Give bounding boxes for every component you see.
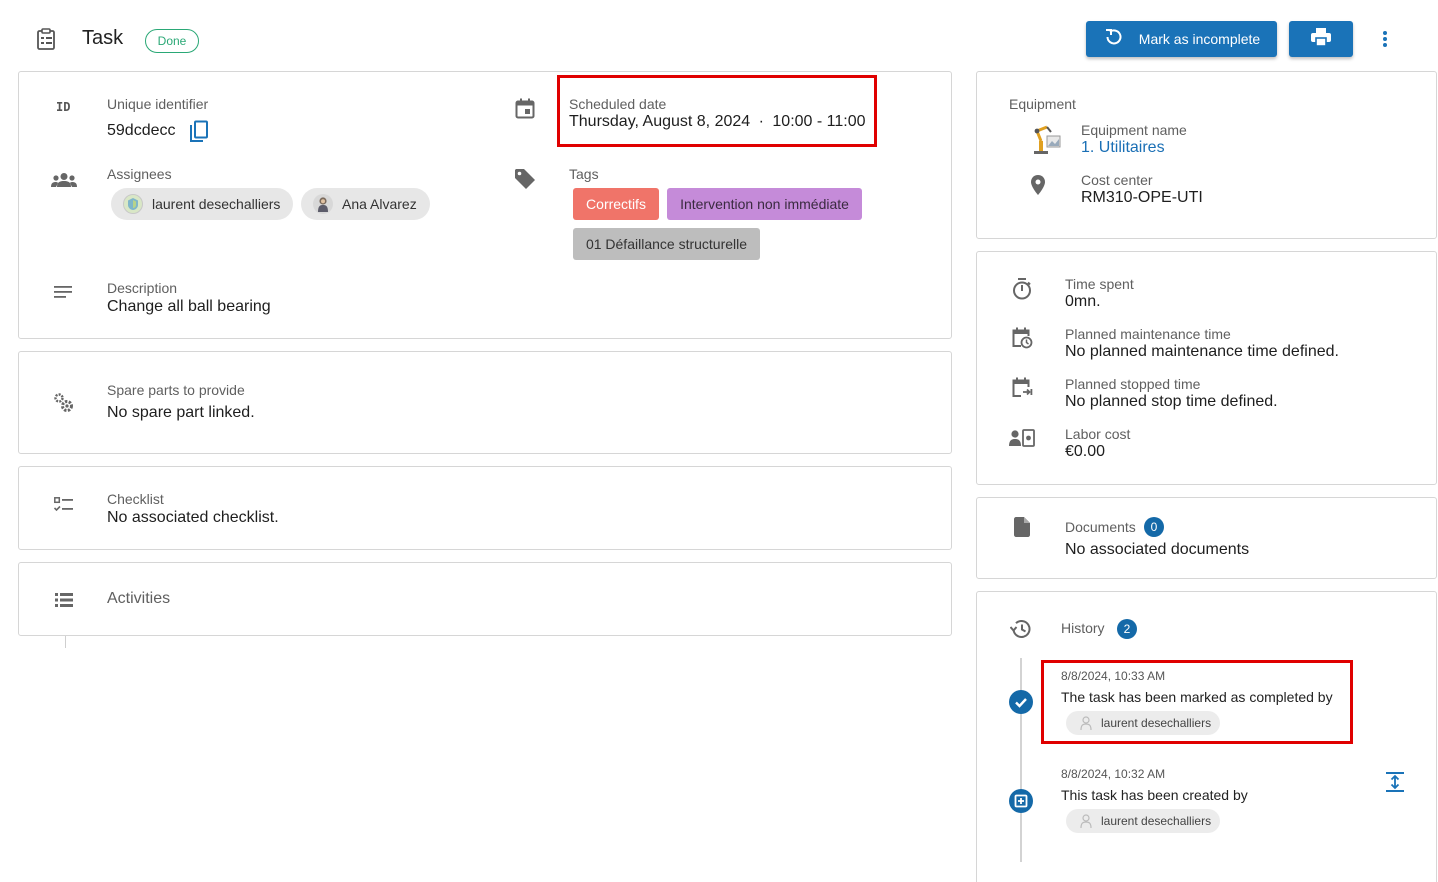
history-user-chip[interactable]: laurent desechalliers <box>1066 711 1221 735</box>
equipment-name-label: Equipment name <box>1081 122 1187 138</box>
history-text: This task has been created by <box>1061 787 1248 803</box>
description-label: Description <box>107 280 178 296</box>
history-icon <box>1010 619 1032 639</box>
planned-stop-label: Planned stopped time <box>1065 376 1201 392</box>
print-button[interactable] <box>1289 21 1353 57</box>
print-icon <box>1310 27 1332 52</box>
page-title: Task <box>82 27 124 49</box>
user-avatar-icon <box>1080 716 1092 730</box>
equipment-title: Equipment <box>1009 96 1076 112</box>
checklist-card: Checklist No associated checklist. <box>18 466 952 550</box>
notes-icon <box>54 286 72 298</box>
status-badge: Done <box>145 29 199 53</box>
activities-label: Activities <box>107 590 171 607</box>
checklist-value: No associated checklist. <box>107 509 279 526</box>
mark-incomplete-label: Mark as incomplete <box>1138 31 1261 47</box>
time-spent-value: 0mn. <box>1065 293 1101 310</box>
tag-icon <box>514 168 536 190</box>
scheduled-time: 10:00 - 11:00 <box>772 113 866 130</box>
more-vert-icon[interactable] <box>1381 30 1389 48</box>
history-user-chip[interactable]: laurent desechalliers <box>1066 809 1221 833</box>
history-label: History <box>1061 620 1105 636</box>
timer-icon <box>1011 278 1033 300</box>
equipment-image-icon <box>1031 123 1061 155</box>
expand-vertical-icon[interactable] <box>1386 772 1404 792</box>
history-timestamp: 8/8/2024, 10:32 AM <box>1061 767 1166 781</box>
document-icon <box>1014 517 1030 537</box>
calendar-clock-icon <box>1011 327 1033 349</box>
history-count-badge: 2 <box>1117 619 1137 639</box>
location-pin-icon <box>1031 175 1045 195</box>
assignee-chip[interactable]: Ana Alvarez <box>301 188 430 220</box>
labor-cost-value: €0.00 <box>1065 443 1106 460</box>
list-icon <box>55 593 73 607</box>
spare-parts-label: Spare parts to provide <box>107 382 245 398</box>
refresh-icon <box>1103 26 1125 53</box>
time-spent-label: Time spent <box>1065 276 1134 292</box>
activities-card[interactable]: Activities <box>18 562 952 636</box>
tag-chip[interactable]: Intervention non immédiate <box>667 188 862 220</box>
planned-maintenance-label: Planned maintenance time <box>1065 326 1231 342</box>
gears-icon <box>53 392 75 414</box>
scheduled-date: Thursday, August 8, 2024 <box>569 113 751 130</box>
activities-timeline-stub <box>65 636 66 648</box>
assignee-name: Ana Alvarez <box>342 196 417 212</box>
spare-parts-value: No spare part linked. <box>107 404 255 421</box>
planned-maintenance-value: No planned maintenance time defined. <box>1065 343 1339 360</box>
history-timeline-line <box>1020 658 1022 862</box>
documents-card: Documents 0 No associated documents <box>976 497 1437 579</box>
time-cost-card: Time spent 0mn. Planned maintenance time… <box>976 251 1437 485</box>
group-icon <box>51 172 77 188</box>
scheduled-separator: · <box>758 113 764 130</box>
spare-parts-card: Spare parts to provide No spare part lin… <box>18 351 952 454</box>
avatar <box>313 194 333 214</box>
cost-center-label: Cost center <box>1081 172 1153 188</box>
checklist-label: Checklist <box>107 491 164 507</box>
add-box-icon <box>1009 789 1033 813</box>
equipment-card: Equipment Equipment name 1. Utilitaires … <box>976 71 1437 239</box>
task-details-card: ID Unique identifier 59dcdecc Scheduled … <box>18 71 952 339</box>
tag-chip[interactable]: 01 Défaillance structurelle <box>573 228 760 260</box>
calendar-stop-icon <box>1011 377 1033 399</box>
history-user-name: laurent desechalliers <box>1101 814 1212 828</box>
assignee-name: laurent desechalliers <box>152 196 281 212</box>
uid-value: 59dcdecc <box>107 122 176 139</box>
avatar <box>123 194 143 214</box>
description-value: Change all ball bearing <box>107 298 271 315</box>
scheduled-date-value: Thursday, August 8, 2024 · 10:00 - 11:00 <box>569 113 866 131</box>
assignees-label: Assignees <box>107 166 172 182</box>
id-icon: ID <box>56 100 71 114</box>
assignee-chip[interactable]: laurent desechalliers <box>111 188 294 220</box>
history-text: The task has been marked as completed by <box>1061 689 1333 705</box>
documents-label: Documents <box>1065 519 1136 535</box>
clipboard-icon <box>36 28 56 50</box>
tag-chip[interactable]: Correctifs <box>573 188 659 220</box>
history-timestamp: 8/8/2024, 10:33 AM <box>1061 669 1166 683</box>
cost-center-value: RM310-OPE-UTI <box>1081 189 1203 206</box>
documents-value: No associated documents <box>1065 541 1250 558</box>
documents-count-badge: 0 <box>1144 517 1164 537</box>
checklist-icon <box>54 497 74 513</box>
check-circle-icon <box>1009 690 1033 714</box>
calendar-icon <box>515 98 535 119</box>
scheduled-date-label: Scheduled date <box>569 96 667 112</box>
labor-cost-icon <box>1009 429 1035 447</box>
mark-incomplete-button[interactable]: Mark as incomplete <box>1086 21 1277 57</box>
tags-label: Tags <box>569 166 599 182</box>
copy-icon[interactable] <box>188 120 210 144</box>
labor-cost-label: Labor cost <box>1065 426 1131 442</box>
history-user-name: laurent desechalliers <box>1101 716 1212 730</box>
user-avatar-icon <box>1080 814 1092 828</box>
uid-label: Unique identifier <box>107 96 209 112</box>
equipment-name-link[interactable]: 1. Utilitaires <box>1081 139 1165 157</box>
planned-stop-value: No planned stop time defined. <box>1065 393 1278 410</box>
history-card: History 2 8/8/2024, 10:33 AM The task ha… <box>976 591 1437 882</box>
